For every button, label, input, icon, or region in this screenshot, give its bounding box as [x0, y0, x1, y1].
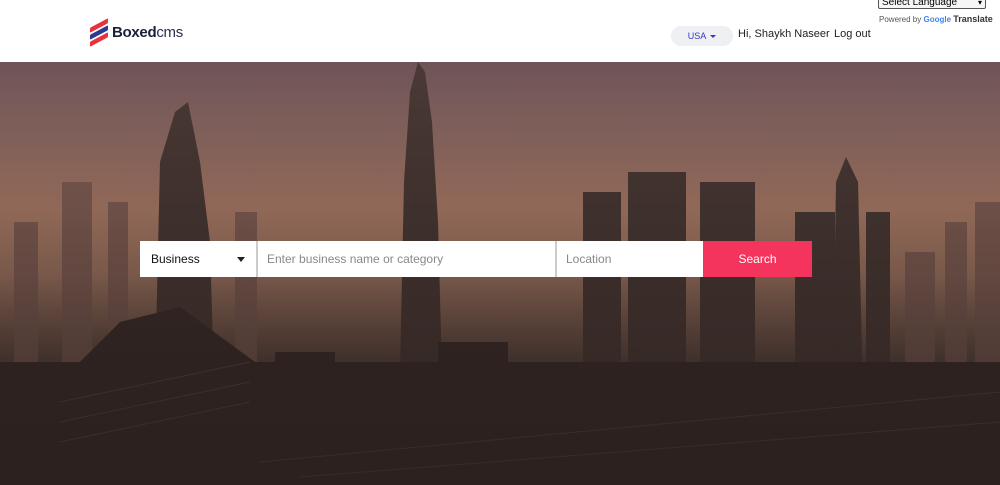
search-bar: Business Enter business name or category… — [140, 241, 812, 277]
site-header: Boxedcms Select Language ▾ Powered by Go… — [0, 0, 1000, 62]
language-select[interactable]: Select Language ▾ — [878, 0, 986, 9]
search-icon — [140, 241, 153, 254]
boxedcms-logo[interactable]: Boxedcms — [90, 18, 183, 47]
logout-link[interactable]: Log out — [834, 28, 871, 40]
caret-down-icon — [710, 34, 717, 38]
logo-text: Boxedcms — [112, 23, 183, 41]
business-name-input[interactable]: Enter business name or category — [258, 241, 555, 277]
country-selector[interactable]: USA — [671, 26, 733, 46]
powered-by-google-translate: Powered by Google Translate — [879, 14, 993, 24]
google-logo: Google — [923, 15, 952, 24]
hero-banner-cityscape: Business Enter business name or category… — [0, 62, 1000, 485]
caret-down-icon — [237, 256, 245, 262]
chevron-down-icon: ▾ — [977, 0, 982, 7]
category-select[interactable]: Business — [140, 241, 256, 277]
logo-mark-icon — [90, 18, 108, 47]
user-greeting[interactable]: Hi, Shaykh Naseer — [738, 28, 830, 40]
location-input[interactable]: Location — [557, 241, 703, 277]
search-button[interactable]: Search — [140, 241, 812, 277]
